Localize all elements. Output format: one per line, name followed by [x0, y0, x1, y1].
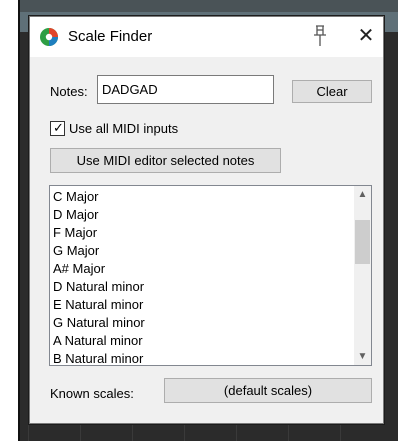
scales-list[interactable]: C Major D Major F Major G Major A# Major…: [49, 185, 372, 366]
vertical-scrollbar[interactable]: ▲ ▼: [354, 186, 371, 365]
list-item[interactable]: D Major: [53, 206, 145, 224]
clear-button[interactable]: Clear: [292, 80, 372, 103]
use-all-midi-inputs-label[interactable]: Use all MIDI inputs: [69, 121, 178, 136]
notes-input[interactable]: [97, 75, 274, 104]
background-toolbar-strip: [20, 0, 404, 12]
list-item[interactable]: E Natural minor: [53, 296, 145, 314]
background-left-margin: [0, 0, 18, 441]
scrollbar-thumb[interactable]: [355, 220, 370, 264]
scroll-up-arrow-icon[interactable]: ▲: [354, 186, 371, 203]
close-icon[interactable]: ✕: [355, 25, 377, 47]
list-item[interactable]: B Natural minor: [53, 350, 145, 365]
list-item[interactable]: A# Major: [53, 260, 145, 278]
reaper-app-icon: [40, 28, 58, 46]
scales-list-items: C Major D Major F Major G Major A# Major…: [53, 188, 145, 365]
window-title: Scale Finder: [68, 28, 153, 45]
use-midi-editor-selected-notes-button[interactable]: Use MIDI editor selected notes: [50, 148, 281, 173]
scroll-down-arrow-icon[interactable]: ▼: [354, 348, 371, 365]
known-scales-button[interactable]: (default scales): [164, 378, 372, 403]
checkmark-icon: ✓: [53, 120, 64, 135]
scale-finder-dialog: Scale Finder ✕ Notes: Clear ✓ Use all MI…: [29, 16, 384, 424]
background-right-margin: [398, 0, 404, 441]
list-item[interactable]: A Natural minor: [53, 332, 145, 350]
notes-label: Notes:: [50, 84, 88, 99]
list-item[interactable]: C Major: [53, 188, 145, 206]
use-all-midi-inputs-checkbox[interactable]: ✓: [50, 120, 65, 136]
background-timeline-grid: [28, 424, 388, 441]
list-item[interactable]: G Natural minor: [53, 314, 145, 332]
list-item[interactable]: G Major: [53, 242, 145, 260]
known-scales-label: Known scales:: [50, 386, 134, 401]
list-item[interactable]: F Major: [53, 224, 145, 242]
title-bar[interactable]: Scale Finder ✕: [30, 17, 383, 57]
list-item[interactable]: D Natural minor: [53, 278, 145, 296]
pin-icon[interactable]: [311, 24, 329, 48]
